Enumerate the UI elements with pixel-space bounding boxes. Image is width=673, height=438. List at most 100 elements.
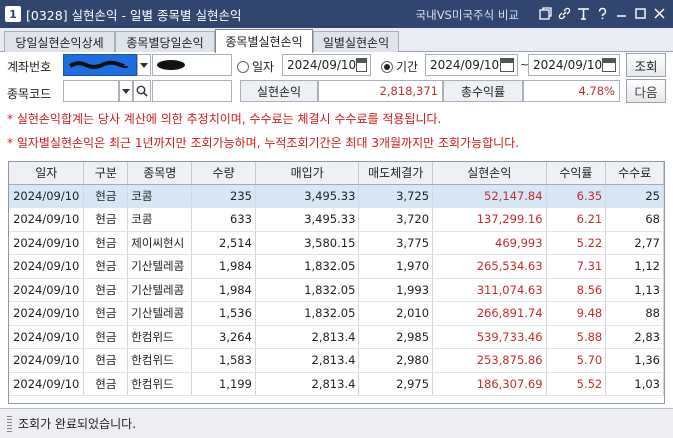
start-date-input[interactable]: 2024/09/10 (425, 54, 518, 76)
table-row[interactable]: 2024/09/10 현금 한컴위드 3,264 2,813.4 2,985 539,733… (9, 325, 664, 349)
total-return-value: 4.78% (523, 80, 620, 102)
cell-return-rate: 6.35 (546, 184, 607, 208)
end-date-value: 2024/09/10 (533, 58, 603, 72)
table-row[interactable]: 2024/09/10 현금 기산텔레콤 1,984 1,832.05 1,970 265,5… (9, 254, 664, 279)
text-icon[interactable] (576, 5, 591, 22)
cell-type: 현금 (83, 184, 129, 208)
header-quantity[interactable]: 수량 (191, 162, 256, 185)
table-row[interactable]: 2024/09/10 현금 기산텔레콤 1,984 1,832.05 1,993 311,0… (9, 278, 664, 302)
masked-name-icon (157, 60, 185, 70)
cell-commission: 68 (605, 207, 664, 232)
query-button[interactable]: 조회 (626, 53, 666, 77)
end-date-input[interactable]: 2024/09/10 (528, 54, 620, 76)
realized-pl-table[interactable]: 일자 구분 종목명 수량 매입가 매도체결가 실현손익 수익률 수수료 2024… (8, 161, 665, 404)
stock-search-button[interactable] (133, 80, 151, 102)
title-bar-icons (538, 5, 667, 22)
cell-commission: 1,36 (605, 348, 664, 373)
cell-realized-pl: 539,733.46 (432, 325, 547, 349)
header-stock-name[interactable]: 종목명 (127, 162, 193, 185)
cell-return-rate: 5.22 (546, 231, 607, 255)
stock-code-input[interactable] (63, 80, 119, 102)
tab-today-realized-detail[interactable]: 당일실현손익상세 (4, 31, 115, 52)
date-radio[interactable]: 일자 (237, 58, 274, 75)
restore-icon[interactable] (538, 5, 553, 22)
link-icon[interactable] (557, 5, 572, 22)
header-buy-price[interactable]: 매입가 (255, 162, 360, 185)
cell-commission: 88 (605, 301, 664, 326)
tab-by-stock-today-pl[interactable]: 종목별당일손익 (115, 31, 215, 52)
header-return-rate[interactable]: 수익률 (546, 162, 607, 185)
cell-return-rate: 7.31 (546, 254, 607, 279)
total-return-label: 총수익률 (443, 80, 523, 102)
account-number-label: 계좌번호 (7, 60, 52, 74)
cell-type: 현금 (83, 301, 129, 326)
note-estimate: * 실현손익합계는 당사 계산에 의한 추정치이며, 수수료는 체결시 수수료를… (7, 112, 442, 126)
maximize-icon[interactable] (633, 5, 648, 22)
status-bar: 조회가 완료되었습니다. (0, 408, 673, 438)
domestic-vs-us-compare-link[interactable]: 국내VS미국주식 비교 (416, 7, 519, 23)
header-sell-price[interactable]: 매도체결가 (358, 162, 434, 185)
tab-by-stock-realized-pl[interactable]: 종목별실현손익 (215, 29, 313, 53)
cell-buy-price: 2,813.4 (255, 348, 360, 373)
header-realized-pl[interactable]: 실현손익 (432, 162, 547, 185)
account-number-input[interactable] (63, 54, 137, 76)
stock-name-field (152, 80, 232, 102)
cell-sell-price: 1,970 (358, 254, 434, 279)
cell-quantity: 1,984 (191, 278, 256, 302)
minimize-icon[interactable] (614, 5, 629, 22)
cell-buy-price: 3,495.33 (255, 184, 360, 208)
cell-commission: 1,12 (605, 254, 664, 279)
table-row[interactable]: 2024/09/10 현금 기산텔레콤 1,536 1,832.05 2,010 266,8… (9, 301, 664, 326)
calendar-icon[interactable] (356, 58, 367, 72)
cell-date: 2024/09/10 (9, 207, 85, 232)
stock-code-dropdown-button[interactable] (119, 80, 133, 102)
cell-quantity: 3,264 (191, 325, 256, 349)
table-row[interactable]: 2024/09/10 현금 코콤 633 3,495.33 3,720 137,299.16… (9, 207, 664, 232)
cell-sell-price: 3,720 (358, 207, 434, 232)
table-row[interactable]: 2024/09/10 현금 한컴위드 1,199 2,813.4 2,975 186,307… (9, 372, 664, 396)
table-row[interactable]: 2024/09/10 현금 한컴위드 1,583 2,813.4 2,980 253,875… (9, 348, 664, 373)
cell-stock-name: 한컴위드 (127, 372, 193, 396)
cell-stock-name: 코콤 (127, 184, 193, 208)
account-dropdown-button[interactable] (137, 54, 151, 76)
cell-realized-pl: 311,074.63 (432, 278, 547, 302)
cell-quantity: 1,984 (191, 254, 256, 279)
stock-code-label: 종목코드 (7, 87, 52, 101)
cell-stock-name: 한컴위드 (127, 325, 193, 349)
cell-buy-price: 2,813.4 (255, 325, 360, 349)
cell-quantity: 1,199 (191, 372, 256, 396)
cell-commission: 25 (605, 184, 664, 208)
single-date-input[interactable]: 2024/09/10 (282, 54, 371, 76)
cell-sell-price: 2,985 (358, 325, 434, 349)
cell-return-rate: 6.21 (546, 207, 607, 232)
cell-type: 현금 (83, 254, 129, 279)
cell-quantity: 1,583 (191, 348, 256, 373)
help-icon[interactable] (595, 5, 610, 22)
table-header-row: 일자 구분 종목명 수량 매입가 매도체결가 실현손익 수익률 수수료 (9, 162, 664, 185)
header-commission[interactable]: 수수료 (605, 162, 664, 185)
tab-daily-realized-pl[interactable]: 일별실현손익 (313, 31, 399, 52)
close-icon[interactable] (652, 5, 667, 22)
next-button[interactable]: 다음 (626, 79, 666, 103)
cell-sell-price: 3,775 (358, 231, 434, 255)
table-row[interactable]: 2024/09/10 현금 코콤 235 3,495.33 3,725 52,147.84 6… (9, 184, 664, 208)
period-radio[interactable]: 기간 (381, 58, 418, 75)
table-row[interactable]: 2024/09/10 현금 제이씨현시 2,514 3,580.15 3,775 469,9… (9, 231, 664, 255)
single-date-value: 2024/09/10 (287, 58, 357, 72)
title-bar: 1 [0328] 실현손익 - 일별 종목별 실현손익 국내VS미국주식 비교 (0, 0, 673, 28)
chevron-down-icon (122, 88, 130, 94)
calendar-icon[interactable] (500, 58, 514, 72)
cell-sell-price: 2,980 (358, 348, 434, 373)
calendar-icon[interactable] (602, 58, 616, 72)
cell-date: 2024/09/10 (9, 278, 85, 302)
cell-sell-price: 3,725 (358, 184, 434, 208)
cell-stock-name: 기산텔레콤 (127, 301, 193, 326)
radio-icon (237, 60, 249, 73)
cell-sell-price: 1,993 (358, 278, 434, 302)
start-date-value: 2024/09/10 (430, 58, 500, 72)
cell-sell-price: 2,975 (358, 372, 434, 396)
header-type[interactable]: 구분 (83, 162, 129, 185)
cell-sell-price: 2,010 (358, 301, 434, 326)
search-icon (136, 85, 148, 97)
header-date[interactable]: 일자 (9, 162, 85, 185)
